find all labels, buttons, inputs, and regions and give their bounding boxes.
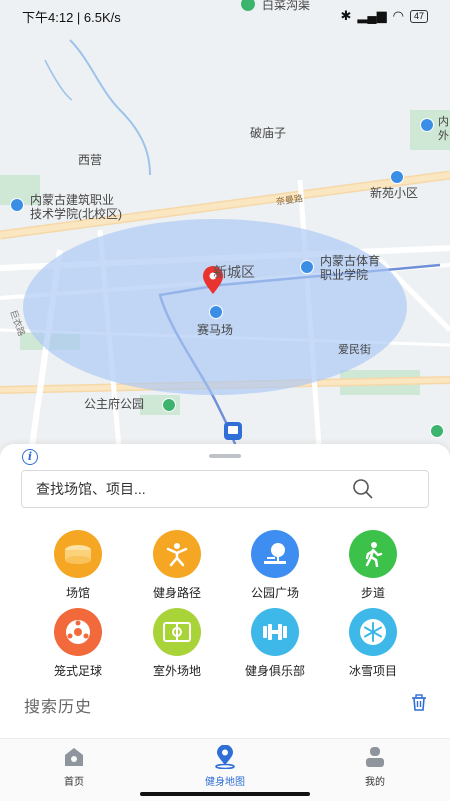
trash-icon[interactable] — [411, 694, 427, 712]
map-label-district: 新城区 — [213, 264, 255, 280]
drag-handle[interactable] — [209, 454, 241, 458]
category-outdoor-field[interactable]: 室外场地 — [127, 608, 227, 679]
stadium-poi-icon[interactable] — [209, 305, 223, 319]
category-park[interactable]: 公园广场 — [225, 530, 325, 601]
status-icons: ✱ ▂▄▆ ◠ 47 — [341, 8, 428, 24]
status-bar: 下午4:12 | 6.5K/s ✱ ▂▄▆ ◠ 47 — [0, 0, 450, 32]
walking-icon — [349, 530, 397, 578]
park-poi-icon[interactable] — [162, 398, 176, 412]
map-label-aimin: 爱民街 — [338, 344, 371, 356]
map-pin-icon — [215, 745, 235, 769]
school-poi-icon[interactable] — [300, 260, 314, 274]
category-walkway[interactable]: 步道 — [323, 530, 423, 601]
search-placeholder: 查找场馆、项目... — [36, 481, 146, 497]
dumbbell-icon — [251, 608, 299, 656]
status-time: 下午4:12 | 6.5K/s — [22, 9, 121, 25]
football-icon — [54, 608, 102, 656]
search-history-title: 搜索历史 — [24, 699, 93, 716]
tab-profile[interactable]: 我的 — [325, 745, 425, 788]
park-poi-icon[interactable] — [430, 424, 444, 438]
school-poi-icon[interactable] — [10, 198, 24, 212]
map-label-xinyuan: 新苑小区 — [370, 186, 419, 200]
map-canvas — [0, 0, 450, 460]
map-label-pomiaozi: 破庙子 — [250, 126, 287, 140]
map-label-saimachang: 赛马场 — [197, 323, 234, 337]
map-label-jianzhu: 内蒙古建筑职业 技术学院(北校区) — [30, 193, 122, 221]
snowflake-icon — [349, 608, 397, 656]
category-fitness-path[interactable]: 健身路径 — [127, 530, 227, 601]
bluetooth-icon: ✱ — [340, 8, 352, 23]
outdoor-field-icon — [153, 608, 201, 656]
map-label-edge: 内 外 — [438, 116, 449, 142]
tab-fitness-map[interactable]: 健身地图 — [175, 745, 275, 788]
category-fitness-club[interactable]: 健身俱乐部 — [225, 608, 325, 679]
category-cage-football[interactable]: 笼式足球 — [28, 608, 128, 679]
info-icon[interactable]: i — [22, 449, 38, 465]
home-icon — [65, 748, 83, 766]
map-label-gongzhufu: 公主府公园 — [84, 397, 145, 411]
profile-icon — [366, 747, 384, 767]
residence-poi-icon[interactable] — [390, 170, 404, 184]
category-ice-snow[interactable]: 冰雪项目 — [323, 608, 423, 679]
battery-icon: 47 — [409, 9, 428, 23]
tab-home[interactable]: 首页 — [24, 745, 124, 788]
map-label-xiying: 西营 — [78, 153, 103, 167]
map-label-tiyu: 内蒙古体育 职业学院 — [320, 254, 381, 282]
map-view[interactable]: 白菜沟渠 西营 破庙子 内蒙古建筑职业 技术学院(北校区) 新苑小区 奈曼路 新… — [0, 0, 450, 460]
park-icon — [251, 530, 299, 578]
wifi-icon: ◠ — [392, 8, 404, 23]
category-stadium[interactable]: 场馆 — [28, 530, 128, 601]
bottom-sheet: i 查找场馆、项目... 场馆 健身路径 公园广场 步道 笼式足球 室外场地 健… — [0, 444, 450, 744]
school-poi-icon[interactable] — [420, 118, 434, 132]
fitness-path-icon — [153, 530, 201, 578]
search-input[interactable]: 查找场馆、项目... — [21, 470, 429, 508]
signal-icon: ▂▄▆ — [357, 8, 387, 23]
stadium-icon — [54, 530, 102, 578]
search-icon[interactable] — [352, 478, 374, 500]
home-indicator[interactable] — [140, 792, 310, 796]
